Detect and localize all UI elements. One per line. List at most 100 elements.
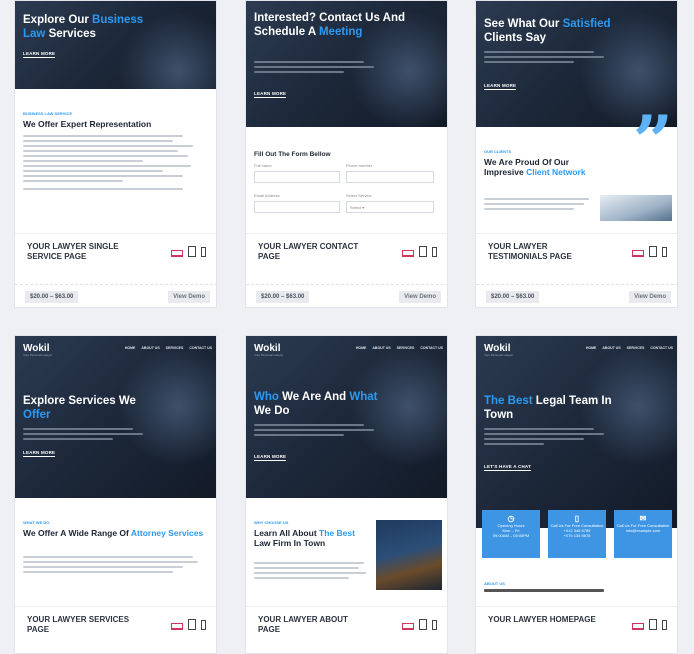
phone-icon[interactable] — [201, 620, 206, 630]
tablet-icon[interactable] — [419, 619, 427, 630]
learn-more-link[interactable]: LEARN MORE — [23, 450, 56, 457]
hero-banner: See What Our Satisfied Clients Say LEARN… — [476, 1, 677, 127]
nav-links: HOME ABOUT US SERVICES CONTACT US — [125, 346, 212, 350]
hero-banner: Explore Our Business Law Services LEARN … — [15, 1, 216, 89]
nav-links: HOME ABOUT US SERVICES CONTACT US — [356, 346, 443, 350]
template-card-testimonials[interactable]: See What Our Satisfied Clients Say LEARN… — [475, 0, 678, 308]
chat-link[interactable]: LET'S HAVE A CHAT — [484, 464, 531, 471]
lawyer-briefcase-photo — [376, 520, 442, 590]
learn-more-link[interactable]: LEARN MORE — [484, 83, 517, 90]
phone-icon[interactable] — [662, 247, 667, 257]
body-text — [484, 589, 669, 595]
info-box-phone[interactable]: ▯ Call Us For Free Consultation +012 345… — [548, 510, 606, 558]
template-card-about[interactable]: Wokil Your Personal Lawyer HOME ABOUT US… — [245, 335, 448, 654]
hero-banner: Wokil Your Personal Lawyer HOME ABOUT US… — [15, 336, 216, 498]
section-tag: BUSINESS LAW SERVICE — [23, 111, 73, 116]
card-title[interactable]: YOUR LAWYER CONTACT PAGE — [258, 242, 368, 262]
device-preview-group — [171, 246, 206, 257]
nav-home[interactable]: HOME — [125, 346, 136, 350]
nav-about[interactable]: ABOUT US — [602, 346, 620, 350]
view-demo-button[interactable]: View Demo — [168, 291, 210, 303]
desktop-icon[interactable] — [632, 250, 644, 257]
tablet-icon[interactable] — [188, 619, 196, 630]
card-title[interactable]: YOUR LAWYER TESTIMONIALS PAGE — [488, 242, 598, 262]
template-card-single-service[interactable]: Explore Our Business Law Services LEARN … — [14, 0, 217, 308]
hero-banner: Wokil Your Personal Lawyer HOME ABOUT US… — [246, 336, 447, 498]
site-nav: Wokil Your Personal Lawyer HOME ABOUT US… — [476, 336, 677, 358]
price-badge: $20.00 – $63.00 — [25, 291, 79, 303]
phone-icon[interactable] — [662, 620, 667, 630]
phone-icon[interactable] — [432, 620, 437, 630]
desktop-icon[interactable] — [171, 250, 183, 257]
tablet-icon[interactable] — [419, 246, 427, 257]
section-tag: OUR CLIENTS — [484, 149, 512, 154]
info-box-hours[interactable]: ◷ Opening Hours Mon – Fri 09:00AM – 05:0… — [482, 510, 540, 558]
nav-services[interactable]: SERVICES — [397, 346, 415, 350]
nav-links: HOME ABOUT US SERVICES CONTACT US — [586, 346, 673, 350]
desktop-icon[interactable] — [171, 623, 183, 630]
card-title[interactable]: YOUR LAWYER HOMEPAGE — [488, 615, 598, 625]
site-nav: Wokil Your Personal Lawyer HOME ABOUT US… — [15, 336, 216, 358]
hero-title: See What Our Satisfied Clients Say — [484, 18, 611, 44]
learn-more-link[interactable]: LEARN MORE — [254, 91, 287, 98]
learn-more-link[interactable]: LEARN MORE — [23, 51, 56, 58]
nav-contact[interactable]: CONTACT US — [650, 346, 673, 350]
tablet-icon[interactable] — [649, 246, 657, 257]
hero-title: Who We Are And What We Do — [254, 391, 378, 417]
card-title[interactable]: YOUR LAWYER SINGLE SERVICE PAGE — [27, 242, 137, 262]
service-label: Select Service — [346, 193, 372, 198]
desktop-icon[interactable] — [402, 250, 414, 257]
nav-services[interactable]: SERVICES — [166, 346, 184, 350]
section-title: Learn All About The Best Law Firm In Tow… — [254, 528, 355, 548]
hero-title: Interested? Contact Us And Schedule A Me… — [254, 12, 406, 38]
info-box-email[interactable]: ✉ Call Us For Free Consultation info@exa… — [614, 510, 672, 558]
hero-text — [484, 428, 604, 448]
template-card-contact[interactable]: Interested? Contact Us And Schedule A Me… — [245, 0, 448, 308]
section-title: We Are Proud Of Our Impresive Client Net… — [484, 157, 586, 177]
card-title[interactable]: YOUR LAWYER ABOUT PAGE — [258, 615, 368, 635]
checklist — [23, 135, 198, 193]
template-card-services[interactable]: Wokil Your Personal Lawyer HOME ABOUT US… — [14, 335, 217, 654]
desktop-icon[interactable] — [402, 623, 414, 630]
nav-services[interactable]: SERVICES — [627, 346, 645, 350]
email-field[interactable] — [254, 201, 340, 213]
phone-icon[interactable] — [201, 247, 206, 257]
device-preview-group — [632, 246, 667, 257]
price-badge: $20.00 – $63.00 — [486, 291, 540, 303]
view-demo-button[interactable]: View Demo — [399, 291, 441, 303]
nav-home[interactable]: HOME — [356, 346, 367, 350]
nav-contact[interactable]: CONTACT US — [420, 346, 443, 350]
service-select[interactable]: Select ▾ — [346, 201, 434, 213]
price-row: $20.00 – $63.00 View Demo — [476, 284, 677, 307]
desktop-icon[interactable] — [632, 623, 644, 630]
nav-home[interactable]: HOME — [586, 346, 597, 350]
clock-icon: ◷ — [507, 514, 515, 523]
body-text — [254, 562, 369, 582]
card-title[interactable]: YOUR LAWYER SERVICES PAGE — [27, 615, 137, 635]
section-tag: ABOUT US — [484, 581, 505, 586]
phone-field[interactable] — [346, 171, 434, 183]
price-row: $20.00 – $63.00 View Demo — [246, 284, 447, 307]
price-row: $20.00 – $63.00 View Demo — [15, 284, 216, 307]
view-demo-button[interactable]: View Demo — [629, 291, 671, 303]
section-tag: WHY CHOOSE US — [254, 520, 289, 525]
phone-icon: ▯ — [574, 514, 580, 523]
card-footer: YOUR LAWYER CONTACT PAGE — [246, 233, 447, 281]
fullname-field[interactable] — [254, 171, 340, 183]
form-title: Fill Out The Form Bellow — [254, 151, 331, 158]
template-card-homepage[interactable]: Wokil Your Personal Lawyer HOME ABOUT US… — [475, 335, 678, 654]
service-select-value: Select — [350, 205, 362, 210]
tablet-icon[interactable] — [188, 246, 196, 257]
card-footer: YOUR LAWYER SINGLE SERVICE PAGE — [15, 233, 216, 281]
testimonial-text — [484, 198, 594, 213]
hero-banner: Wokil Your Personal Lawyer HOME ABOUT US… — [476, 336, 677, 528]
body-text — [23, 556, 208, 576]
learn-more-link[interactable]: LEARN MORE — [254, 454, 287, 461]
email-label: Email Address — [254, 193, 280, 198]
phone-icon[interactable] — [432, 247, 437, 257]
nav-about[interactable]: ABOUT US — [372, 346, 390, 350]
fullname-label: Full name — [254, 163, 272, 168]
tablet-icon[interactable] — [649, 619, 657, 630]
nav-about[interactable]: ABOUT US — [141, 346, 159, 350]
nav-contact[interactable]: CONTACT US — [189, 346, 212, 350]
